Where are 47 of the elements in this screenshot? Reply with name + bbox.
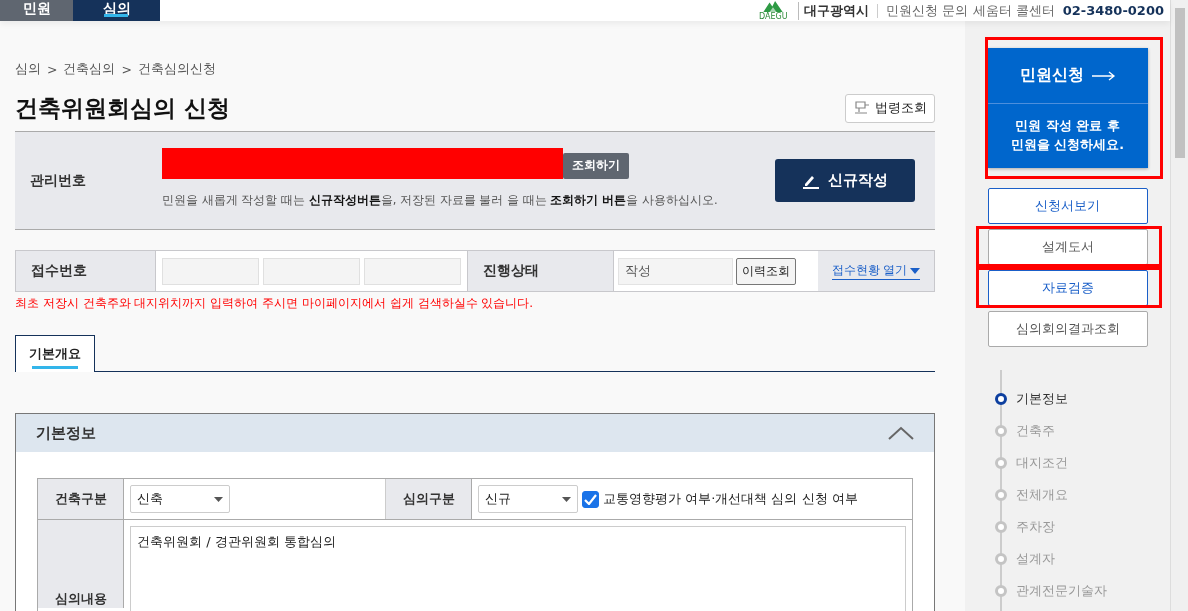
tab[interactable]: 기본개요 [15,335,95,372]
inquiry-text: 민원신청 문의 세움터 콜센터 [886,1,1055,20]
caret-down-icon [910,267,921,274]
history-button[interactable]: 이력조회 [736,257,796,285]
step-item[interactable]: 기본정보 [995,390,1107,408]
status-field: 작성 [618,257,733,285]
law-lookup-button[interactable]: 법령조회 [845,93,935,123]
breadcrumb-separator: > [47,61,58,77]
building-type-select[interactable]: 신축 [130,485,230,513]
field-label: 접수번호 [31,262,87,280]
scrollbar[interactable] [1170,0,1188,611]
breadcrumb-item[interactable]: 건축심의 [63,60,116,78]
side-button[interactable]: 신청서보기 [987,188,1148,224]
new-button[interactable]: 신규작성 [775,159,915,202]
hint-text: 민원을 새롭게 작성할 때는 신규작성버튼을, 저장된 자료를 불러 을 때는 조회하기 버튼을 사용하십시오. [162,192,719,208]
breadcrumb-separator: > [121,61,132,77]
apply-button[interactable]: 민원신청 [987,48,1148,104]
input-field[interactable] [364,257,461,285]
search-button[interactable]: 조회하기 [563,152,629,179]
arrow-right-icon [1091,70,1116,81]
chevron-up-icon[interactable] [888,426,914,440]
field-label: 관리번호 [30,171,87,190]
checkbox-label: 교통영향평가 여부·개선대책 심의 신청 여부 [603,490,858,508]
input-field[interactable] [263,257,360,285]
page-title: 건축위원회심의 신청 [15,93,230,123]
breadcrumb-item[interactable]: 심의 [15,60,41,78]
field-label: 심의내용 [54,590,107,608]
notice-text: 최초 저장시 건축주와 대지위치까지 입력하여 주시면 마이페이지에서 쉽게 검색하실수 있습니다. [15,295,535,312]
checkbox[interactable] [582,490,599,508]
breadcrumb-item[interactable]: 건축심의신청 [137,60,216,78]
caret-down-icon [214,496,223,502]
field-label: 진행상태 [483,262,539,280]
review-type-select[interactable]: 신규 [478,485,578,513]
side-button[interactable]: 자료검증 [987,270,1148,306]
top-tab[interactable]: 민원 [0,0,73,21]
field-label: 건축구분 [54,490,107,508]
section-title: 기본정보 [36,423,96,443]
logo: DAEGU [756,0,791,21]
side-button[interactable]: 심의회의결과조회 [987,311,1148,347]
caret-down-icon [562,496,571,502]
input-field[interactable] [162,257,259,285]
phone-number: 02-3480-0200 [1062,3,1164,18]
field-label: 심의구분 [402,490,455,508]
review-content-field[interactable]: 건축위원회 / 경관위원회 통합심의 [130,526,906,611]
side-button[interactable]: 설계도서 [987,229,1148,265]
apply-note: 민원 작성 완료 후 민원을 신청하세요. [1009,117,1126,154]
city-name: 대구광역시 [798,1,870,20]
